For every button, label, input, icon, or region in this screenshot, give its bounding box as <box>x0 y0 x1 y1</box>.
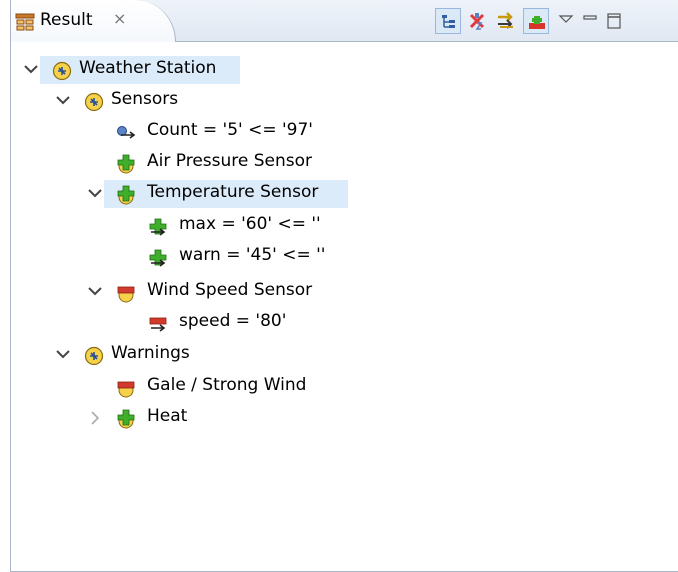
tree-item[interactable]: Heat <box>0 404 660 432</box>
expand-button[interactable] <box>493 8 519 34</box>
minimize-button[interactable] <box>577 8 603 34</box>
green-plus-icon <box>116 185 136 205</box>
view-menu-icon <box>558 15 574 23</box>
tree-item[interactable]: Gale / Strong Wind <box>0 373 660 401</box>
chevron-down-icon[interactable] <box>54 343 72 365</box>
red-minus-icon <box>116 378 136 398</box>
tree-item[interactable]: Count = '5' <= '97' <box>0 118 660 146</box>
tree-layout-button[interactable] <box>435 8 461 34</box>
result-tab[interactable]: Result × <box>11 0 176 42</box>
tree-item-label: Heat <box>147 406 188 426</box>
tree-item[interactable]: Air Pressure Sensor <box>0 149 660 177</box>
close-icon[interactable]: × <box>113 9 126 28</box>
result-view-icon <box>15 13 35 31</box>
link-button[interactable] <box>523 8 549 34</box>
tree-item-label: Count = '5' <= '97' <box>147 120 313 140</box>
tree-item-label: Weather Station <box>79 58 217 78</box>
chevron-down-icon[interactable] <box>86 182 104 204</box>
tree-item-label: Wind Speed Sensor <box>147 280 313 300</box>
red-minus-icon <box>116 283 136 303</box>
remove-all-button[interactable] <box>464 8 490 34</box>
tree-layout-icon <box>442 15 455 28</box>
chevron-down-icon[interactable] <box>86 280 104 302</box>
tree-item-label: Warnings <box>111 343 190 363</box>
tree-item[interactable]: Sensors <box>0 87 660 115</box>
chevron-down-icon[interactable] <box>54 89 72 111</box>
variable-icon <box>84 92 104 112</box>
tree-item-label: max = '60' <= '' <box>179 214 321 234</box>
tree-item-label: Gale / Strong Wind <box>147 375 307 395</box>
view-menu-button[interactable] <box>553 8 579 34</box>
remove-icon <box>469 13 485 30</box>
tree-item[interactable]: warn = '45' <= '' <box>0 243 660 271</box>
tree-item[interactable]: Warnings <box>0 341 660 369</box>
tree-item[interactable]: Temperature Sensor <box>0 180 660 208</box>
tree-item[interactable]: speed = '80' <box>0 309 660 337</box>
maximize-icon <box>607 13 621 29</box>
chevron-down-icon[interactable] <box>22 58 40 80</box>
expand-arrows-icon <box>498 12 513 29</box>
tree-item[interactable]: max = '60' <= '' <box>0 212 660 240</box>
tree-item[interactable]: Weather Station <box>0 56 660 84</box>
link-icon <box>529 16 545 29</box>
variable-icon <box>52 61 72 81</box>
view-tab-strip: Result × <box>11 0 678 42</box>
tree-item-label: Temperature Sensor <box>147 182 319 202</box>
green-arrow-icon <box>148 217 168 237</box>
red-arrow-icon <box>148 314 168 334</box>
green-arrow-icon <box>148 248 168 268</box>
green-plus-icon <box>116 409 136 429</box>
attribute-arrow-icon <box>116 123 136 143</box>
tree-item[interactable]: Wind Speed Sensor <box>0 278 660 306</box>
tree-item-label: speed = '80' <box>179 311 287 331</box>
tab-title: Result <box>40 10 93 30</box>
chevron-right-icon[interactable] <box>86 406 104 428</box>
tree-item-label: Air Pressure Sensor <box>147 151 313 171</box>
variable-icon <box>84 346 104 366</box>
green-plus-icon <box>116 154 136 174</box>
tree-item-label: Sensors <box>111 89 179 109</box>
maximize-button[interactable] <box>601 8 627 34</box>
tree-item-label: warn = '45' <= '' <box>179 245 326 265</box>
minimize-icon <box>583 15 597 20</box>
